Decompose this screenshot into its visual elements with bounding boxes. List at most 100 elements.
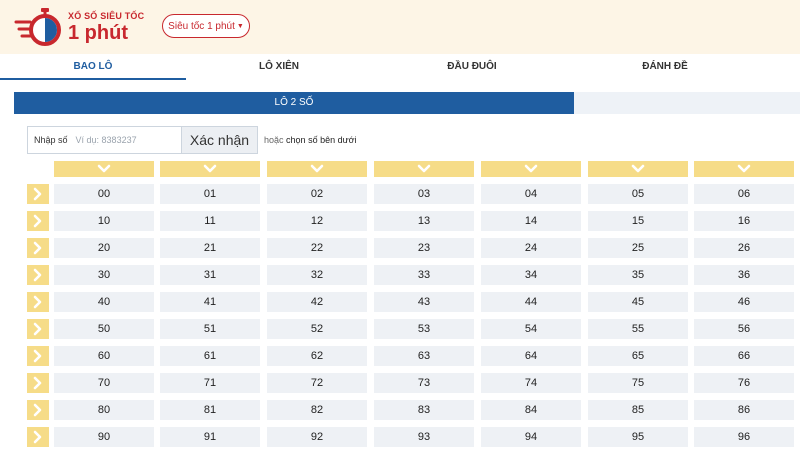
number-cell[interactable]: 10 (54, 211, 154, 231)
number-cell[interactable]: 20 (54, 238, 154, 258)
tab-bao-lo[interactable]: BAO LÔ (0, 54, 186, 80)
number-cell[interactable]: 24 (481, 238, 581, 258)
number-cell[interactable]: 55 (588, 319, 688, 339)
number-cell[interactable]: 00 (54, 184, 154, 204)
number-cell[interactable]: 71 (160, 373, 260, 393)
number-cell[interactable]: 32 (267, 265, 367, 285)
number-cell[interactable]: 06 (694, 184, 794, 204)
number-cell[interactable]: 53 (374, 319, 474, 339)
number-cell[interactable]: 15 (588, 211, 688, 231)
sub-tab-bar: LÔ 2 SỐ (14, 92, 800, 114)
hint-emphasis: chọn số bên dưới (286, 135, 357, 145)
number-cell[interactable]: 43 (374, 292, 474, 312)
number-cell[interactable]: 14 (481, 211, 581, 231)
number-cell[interactable]: 01 (160, 184, 260, 204)
number-cell[interactable]: 64 (481, 346, 581, 366)
confirm-button[interactable]: Xác nhận (181, 126, 258, 154)
chevron-right-icon (33, 187, 42, 201)
number-cell[interactable]: 66 (694, 346, 794, 366)
number-cell[interactable]: 26 (694, 238, 794, 258)
number-cell[interactable]: 54 (481, 319, 581, 339)
number-cell[interactable]: 72 (267, 373, 367, 393)
number-cell[interactable]: 46 (694, 292, 794, 312)
number-cell[interactable]: 52 (267, 319, 367, 339)
number-cell[interactable]: 85 (588, 400, 688, 420)
number-cell[interactable]: 22 (267, 238, 367, 258)
column-select-button[interactable] (160, 161, 260, 177)
row-select-button[interactable] (27, 184, 49, 204)
game-mode-dropdown[interactable]: Siêu tốc 1 phút ▼ (162, 14, 250, 38)
number-cell[interactable]: 04 (481, 184, 581, 204)
number-cell[interactable]: 34 (481, 265, 581, 285)
number-cell[interactable]: 51 (160, 319, 260, 339)
header-bar: XỔ SỐ SIÊU TỐC 1 phút Siêu tốc 1 phút ▼ (0, 0, 800, 54)
number-cell[interactable]: 95 (588, 427, 688, 447)
column-select-button[interactable] (481, 161, 581, 177)
row-select-button[interactable] (27, 400, 49, 420)
number-cell[interactable]: 25 (588, 238, 688, 258)
number-cell[interactable]: 42 (267, 292, 367, 312)
number-cell[interactable]: 02 (267, 184, 367, 204)
number-input-label: Nhập số (34, 135, 68, 145)
column-select-button[interactable] (374, 161, 474, 177)
number-cell[interactable]: 21 (160, 238, 260, 258)
row-select-button[interactable] (27, 427, 49, 447)
row-select-button[interactable] (27, 238, 49, 258)
row-select-button[interactable] (27, 319, 49, 339)
column-select-button[interactable] (54, 161, 154, 177)
number-cell[interactable]: 94 (481, 427, 581, 447)
number-cell[interactable]: 44 (481, 292, 581, 312)
number-cell[interactable]: 60 (54, 346, 154, 366)
number-cell[interactable]: 83 (374, 400, 474, 420)
number-cell[interactable]: 05 (588, 184, 688, 204)
number-cell[interactable]: 45 (588, 292, 688, 312)
number-cell[interactable]: 90 (54, 427, 154, 447)
row-select-button[interactable] (27, 346, 49, 366)
tab-danh-de[interactable]: ĐÁNH ĐỀ (572, 54, 758, 80)
number-cell[interactable]: 92 (267, 427, 367, 447)
number-cell[interactable]: 81 (160, 400, 260, 420)
number-cell[interactable]: 62 (267, 346, 367, 366)
number-cell[interactable]: 50 (54, 319, 154, 339)
number-cell[interactable]: 12 (267, 211, 367, 231)
number-cell[interactable]: 33 (374, 265, 474, 285)
number-cell[interactable]: 96 (694, 427, 794, 447)
number-cell[interactable]: 11 (160, 211, 260, 231)
number-cell[interactable]: 84 (481, 400, 581, 420)
row-select-button[interactable] (27, 292, 49, 312)
number-cell[interactable]: 82 (267, 400, 367, 420)
number-cell[interactable]: 93 (374, 427, 474, 447)
tab-lo-xien[interactable]: LÔ XIÊN (186, 54, 372, 80)
number-cell[interactable]: 31 (160, 265, 260, 285)
number-cell[interactable]: 30 (54, 265, 154, 285)
number-cell[interactable]: 65 (588, 346, 688, 366)
number-cell[interactable]: 35 (588, 265, 688, 285)
number-cell[interactable]: 23 (374, 238, 474, 258)
number-cell[interactable]: 80 (54, 400, 154, 420)
number-cell[interactable]: 61 (160, 346, 260, 366)
number-cell[interactable]: 70 (54, 373, 154, 393)
number-cell[interactable]: 16 (694, 211, 794, 231)
column-select-button[interactable] (694, 161, 794, 177)
number-cell[interactable]: 86 (694, 400, 794, 420)
tab-dau-duoi[interactable]: ĐẦU ĐUÔI (372, 54, 572, 80)
number-cell[interactable]: 13 (374, 211, 474, 231)
number-cell[interactable]: 74 (481, 373, 581, 393)
number-cell[interactable]: 03 (374, 184, 474, 204)
number-cell[interactable]: 75 (588, 373, 688, 393)
row-select-button[interactable] (27, 211, 49, 231)
number-cell[interactable]: 76 (694, 373, 794, 393)
number-cell[interactable]: 36 (694, 265, 794, 285)
number-input[interactable]: Nhập số Ví dụ: 8383237 (27, 126, 181, 154)
number-cell[interactable]: 73 (374, 373, 474, 393)
number-cell[interactable]: 91 (160, 427, 260, 447)
row-select-button[interactable] (27, 373, 49, 393)
number-cell[interactable]: 56 (694, 319, 794, 339)
tab-lo-2-so[interactable]: LÔ 2 SỐ (14, 92, 574, 114)
number-cell[interactable]: 40 (54, 292, 154, 312)
row-select-button[interactable] (27, 265, 49, 285)
number-cell[interactable]: 63 (374, 346, 474, 366)
column-select-button[interactable] (267, 161, 367, 177)
number-cell[interactable]: 41 (160, 292, 260, 312)
column-select-button[interactable] (588, 161, 688, 177)
